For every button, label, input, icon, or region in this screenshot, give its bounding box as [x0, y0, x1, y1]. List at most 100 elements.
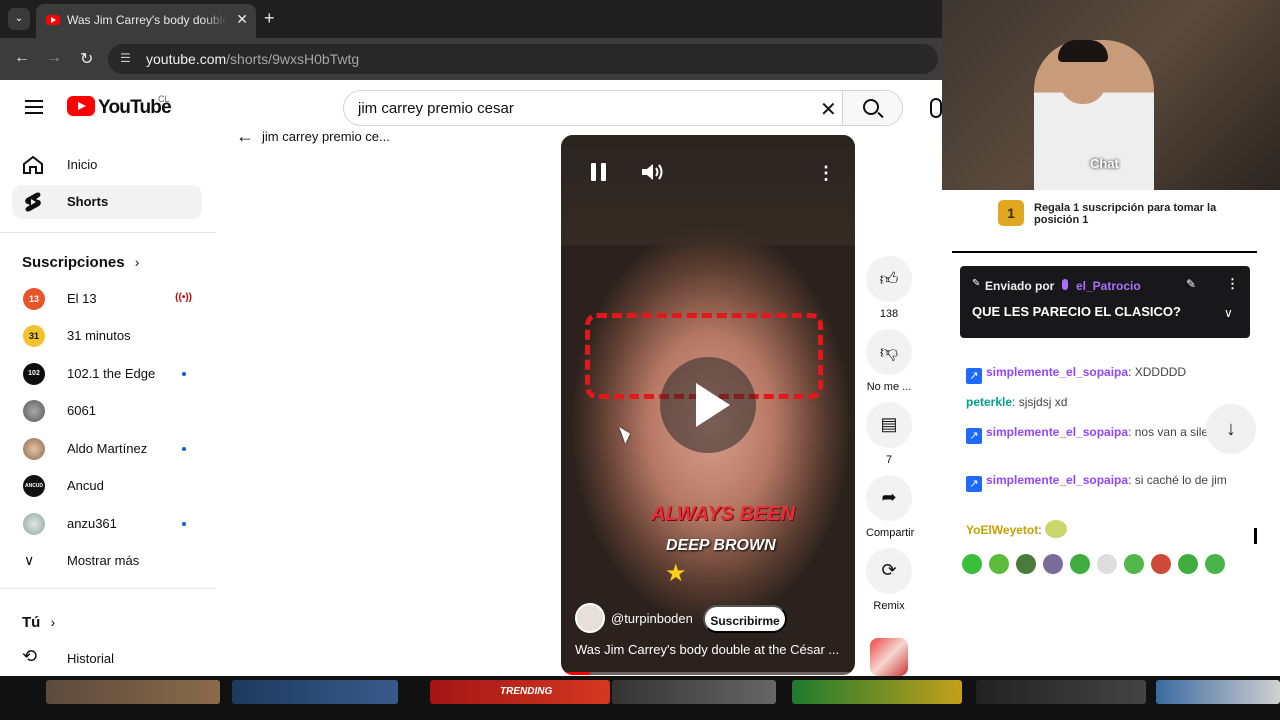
new-content-dot — [182, 372, 186, 376]
sidebar-item-shorts[interactable]: Shorts — [12, 185, 202, 219]
scroll-to-bottom-button[interactable]: ↓ — [1206, 404, 1256, 454]
like-count: 138 — [879, 308, 899, 320]
subscription-item[interactable]: anzu361 — [12, 507, 202, 541]
home-icon — [23, 155, 43, 174]
taskbar-thumbnail[interactable] — [792, 680, 962, 704]
browser-tab-bar: ⌄ Was Jim Carrey's body double a ✕ + — [0, 0, 942, 38]
tab-close-icon[interactable]: ✕ — [236, 11, 248, 28]
comments-button[interactable]: ▤ 7 — [866, 402, 912, 466]
taskbar-thumbnail[interactable] — [976, 680, 1146, 704]
subscription-label: Aldo Martínez — [67, 441, 148, 456]
subscription-item[interactable]: 13 El 13 ((•)) — [12, 282, 202, 316]
pinned-message[interactable]: ✎ Enviado por el_Patrocio ✎ ⋮ QUE LES PA… — [960, 266, 1250, 338]
play-icon[interactable] — [660, 357, 756, 453]
reload-icon[interactable]: ↻ — [80, 49, 93, 69]
subscription-item[interactable]: 31 31 minutos — [12, 319, 202, 353]
subscribe-button[interactable]: Suscribirme — [703, 605, 787, 633]
like-button[interactable]: 👍︎ 138 — [866, 256, 912, 320]
volume-icon[interactable] — [641, 163, 665, 181]
sidebar-item-label: Historial — [67, 651, 114, 666]
remix-icon: ⟳ — [881, 560, 897, 580]
search-button[interactable] — [842, 91, 902, 125]
back-icon[interactable]: ← — [14, 49, 30, 67]
leaderboard-rank-badge: 1 — [998, 200, 1024, 226]
tab-search-dropdown-icon[interactable]: ⌄ — [8, 8, 30, 30]
chat-scrollbar[interactable] — [1254, 528, 1257, 544]
sound-thumbnail[interactable] — [870, 638, 908, 676]
taskbar: TRENDING — [0, 676, 1280, 720]
badge-icon: ↗ — [966, 476, 982, 492]
video-progress-bar[interactable] — [561, 672, 855, 675]
comment-icon: ▤ — [880, 414, 898, 434]
new-content-dot — [182, 447, 186, 451]
chat-message: ↗ simplemente_el_sopaipa: si caché lo de … — [966, 472, 1236, 492]
forward-icon[interactable]: → — [46, 49, 62, 67]
back-arrow-icon[interactable]: ← — [236, 126, 254, 147]
channel-avatar[interactable] — [575, 603, 605, 633]
dislike-button[interactable]: 👎︎ No me ... — [866, 329, 912, 393]
sidebar-item-inicio[interactable]: Inicio — [12, 148, 202, 182]
emote-icon — [1097, 554, 1117, 574]
chevron-right-icon: › — [134, 254, 140, 270]
chevron-down-icon: ∨ — [24, 552, 35, 568]
subscription-item[interactable]: Aldo Martínez — [12, 432, 202, 466]
remix-button[interactable]: ⟳ Remix — [866, 548, 912, 612]
sidebar-item-historial[interactable]: ⟲ Historial — [12, 642, 202, 676]
clear-search-icon[interactable]: ✕ — [820, 97, 837, 122]
gift-leaderboard-text: Regala 1 suscripción para tomar la posic… — [1034, 202, 1217, 226]
more-options-icon[interactable]: ⋮ — [817, 163, 835, 184]
site-settings-icon[interactable]: ☰ — [120, 51, 136, 67]
badge-icon: ↗ — [966, 368, 982, 384]
taskbar-thumbnail[interactable] — [1156, 680, 1280, 704]
pause-icon[interactable] — [591, 163, 607, 181]
subscription-item[interactable]: 6061 — [12, 394, 202, 428]
channel-name[interactable]: @turpinboden — [611, 611, 693, 626]
avatar: ANCUD — [23, 475, 45, 497]
youtube-favicon-icon — [46, 15, 60, 25]
taskbar-thumbnail[interactable] — [46, 680, 220, 704]
video-caption: ALWAYS BEEN — [651, 503, 796, 525]
subscriptions-heading[interactable]: Suscripciones › — [22, 254, 139, 271]
unpin-icon[interactable]: ✎ — [1186, 277, 1196, 291]
streamer-hair — [1058, 40, 1108, 62]
youtube-logo-icon[interactable] — [67, 96, 95, 116]
taskbar-thumbnail[interactable] — [232, 680, 398, 704]
video-caption: DEEP BROWN — [666, 537, 776, 554]
video-title[interactable]: Was Jim Carrey's body double at the Césa… — [575, 642, 845, 657]
address-bar[interactable]: ☰ youtube.com/shorts/9wxsH0bTwtg — [108, 44, 938, 74]
browser-toolbar: ← → ↻ ☰ youtube.com/shorts/9wxsH0bTwtg — [0, 38, 942, 80]
subscription-item[interactable]: 102 102.1 the Edge — [12, 357, 202, 391]
share-button[interactable]: ➦ Compartir — [866, 475, 914, 539]
search-breadcrumb[interactable]: jim carrey premio ce... — [262, 129, 390, 144]
taskbar-thumbnail[interactable] — [612, 680, 776, 704]
search-input[interactable] — [344, 91, 844, 125]
menu-icon[interactable] — [25, 100, 43, 114]
video-progress-fill — [561, 672, 591, 675]
thumbs-up-icon: 👍︎ — [879, 269, 899, 289]
pinned-user[interactable]: el_Patrocio — [1076, 279, 1141, 293]
microphone-icon[interactable] — [930, 98, 942, 118]
chevron-down-icon[interactable]: ∨ — [1224, 306, 1233, 320]
new-content-dot — [182, 522, 186, 526]
sidebar-item-label: Inicio — [67, 157, 98, 172]
avatar: 31 — [23, 325, 45, 347]
divider — [0, 232, 216, 233]
chat-message: YoElWeyetot: — [966, 520, 1236, 538]
dislike-label: No me ... — [866, 381, 912, 393]
subscription-label: Ancud — [67, 478, 104, 493]
shorts-icon — [25, 192, 41, 212]
more-options-icon[interactable]: ⋮ — [1226, 276, 1239, 292]
show-more-button[interactable]: ∨ Mostrar más — [12, 544, 202, 578]
thumbs-down-icon: 👎︎ — [879, 342, 899, 362]
new-tab-icon[interactable]: + — [264, 8, 275, 29]
short-video-player[interactable]: ⋮ ALWAYS BEEN DEEP BROWN ★ @turpinboden … — [561, 135, 855, 675]
youtube-page: YouTube CL ✕ Inicio Shorts Suscripciones… — [0, 80, 942, 676]
emote-icon — [1016, 554, 1036, 574]
subscription-label: 102.1 the Edge — [67, 366, 156, 381]
browser-tab[interactable]: Was Jim Carrey's body double a ✕ — [36, 4, 256, 38]
avatar: 102 — [23, 363, 45, 385]
taskbar-thumbnail[interactable]: TRENDING — [430, 680, 610, 704]
subscription-item[interactable]: ANCUD Ancud — [12, 469, 202, 503]
tab-title: Was Jim Carrey's body double a — [67, 13, 227, 27]
you-heading[interactable]: Tú › — [22, 614, 55, 631]
